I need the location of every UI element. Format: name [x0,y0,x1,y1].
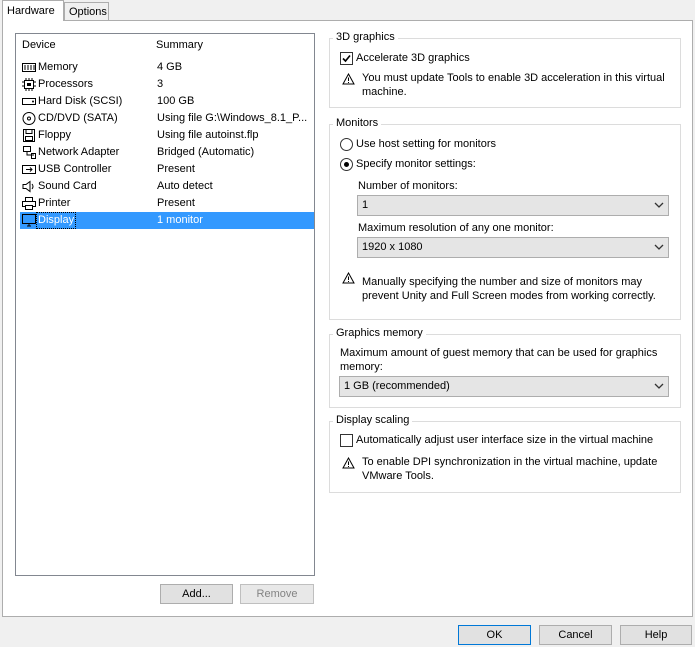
device-row-cd-dvd-sata[interactable]: CD/DVD (SATA) Using file G:\Windows_8.1_P… [20,110,314,127]
chevron-down-icon [654,383,664,389]
add-button[interactable]: Add... [160,584,233,604]
device-name: Processors [38,78,94,90]
device-list[interactable]: Device Summary Memory 4 GB Processors 3 Hard… [15,33,315,576]
specify-monitor-radio[interactable] [340,158,353,171]
auto-adjust-ui-label[interactable]: Automatically adjust user interface size… [356,434,653,446]
ok-button-label: OK [486,629,503,641]
cancel-button[interactable]: Cancel [539,625,612,645]
device-name: Printer [38,197,71,209]
device-row-floppy[interactable]: Floppy Using file autoinst.flp [20,127,314,144]
warning-icon [342,457,355,469]
device-row-sound-card[interactable]: Sound Card Auto detect [20,178,314,195]
device-summary: Present [157,197,195,209]
device-name: CD/DVD (SATA) [38,112,118,124]
device-name: Floppy [38,129,72,141]
device-row-processors[interactable]: Processors 3 [20,76,314,93]
device-list-header: Device Summary [16,34,314,56]
max-resolution-value: 1920 x 1080 [362,241,423,253]
display-scaling-warning-line1: To enable DPI synchronization in the vir… [362,456,658,468]
warning-icon [342,73,355,85]
display-scaling-warning-line2: VMware Tools. [362,470,434,482]
ok-button[interactable]: OK [458,625,531,645]
device-row-network-adapter[interactable]: Network Adapter Bridged (Automatic) [20,144,314,161]
graphics-memory-select[interactable]: 1 GB (recommended) [339,376,669,397]
device-name: Display [36,212,77,229]
monitor-count-label: Number of monitors: [358,180,458,192]
device-name: Memory [38,61,78,73]
specify-monitor-label[interactable]: Specify monitor settings: [356,158,476,170]
device-row-memory[interactable]: Memory 4 GB [20,59,314,76]
device-summary: 3 [157,78,164,90]
help-button-label: Help [644,629,668,641]
device-row-usb-controller[interactable]: USB Controller Present [20,161,314,178]
max-resolution-select[interactable]: 1920 x 1080 [357,237,669,258]
use-host-radio[interactable] [340,138,353,151]
chevron-down-icon [654,244,664,250]
device-name: Sound Card [38,180,97,192]
graphics-memory-value: 1 GB (recommended) [344,380,450,392]
remove-button-label: Remove [256,588,298,600]
remove-button[interactable]: Remove [240,584,314,604]
network-adapter-icon [23,146,36,159]
device-summary: Auto detect [157,180,213,192]
add-button-label: Add... [182,588,211,600]
device-name: Hard Disk (SCSI) [38,95,123,107]
floppy-icon [23,129,35,142]
monitors-warning-line1: Manually specifying the number and size … [362,276,643,288]
tab-hardware-label: Hardware [7,5,55,17]
device-summary: 1 monitor [157,214,203,226]
device-row-printer[interactable]: Printer Present [20,195,314,212]
graphics-3d-warning-line2: machine. [362,86,407,98]
graphics-memory-desc-line1: Maximum amount of guest memory that can … [340,347,658,359]
display-scaling-title: Display scaling [333,414,413,426]
graphics-3d-title: 3D graphics [333,31,398,43]
warning-icon [342,272,355,284]
auto-adjust-ui-checkbox[interactable] [340,434,353,447]
monitor-count-value: 1 [362,199,369,211]
cancel-button-label: Cancel [558,629,593,641]
device-summary: Using file autoinst.flp [157,129,259,141]
processor-icon [22,78,36,91]
memory-icon [22,63,36,72]
tab-options[interactable]: Options [64,2,109,20]
tab-options-label: Options [69,6,107,18]
usb-icon [22,165,36,174]
speaker-icon [22,180,34,193]
device-name: USB Controller [38,163,112,175]
help-button[interactable]: Help [620,625,692,645]
checkmark-icon [342,54,351,63]
max-resolution-label: Maximum resolution of any one monitor: [358,222,554,234]
device-summary: Present [157,163,195,175]
device-column-header[interactable]: Device [22,39,56,51]
accelerate-3d-label[interactable]: Accelerate 3D graphics [356,52,470,64]
use-host-label[interactable]: Use host setting for monitors [356,138,496,150]
graphics-memory-title: Graphics memory [333,327,426,339]
cd-dvd-icon [22,112,36,125]
device-summary: 100 GB [157,95,195,107]
tab-hardware[interactable]: Hardware [2,0,64,21]
device-summary: Using file G:\Windows_8.1_P... [157,112,308,124]
accelerate-3d-checkbox[interactable] [340,52,353,65]
graphics-3d-warning-line1: You must update Tools to enable 3D accel… [362,72,665,84]
device-summary: Bridged (Automatic) [157,146,255,158]
monitors-warning-line2: prevent Unity and Full Screen modes from… [362,290,656,302]
monitors-title: Monitors [333,117,382,129]
device-summary: 4 GB [157,61,183,73]
device-name: Network Adapter [38,146,120,158]
display-icon [22,214,36,227]
chevron-down-icon [654,202,664,208]
monitor-count-select[interactable]: 1 [357,195,669,216]
graphics-memory-desc-line2: memory: [340,361,383,373]
device-row-hard-disk-scsi[interactable]: Hard Disk (SCSI) 100 GB [20,93,314,110]
device-row-display[interactable]: Display 1 monitor [20,212,314,229]
summary-column-header[interactable]: Summary [156,39,203,51]
printer-icon [22,197,36,210]
hard-disk-icon [22,98,36,105]
